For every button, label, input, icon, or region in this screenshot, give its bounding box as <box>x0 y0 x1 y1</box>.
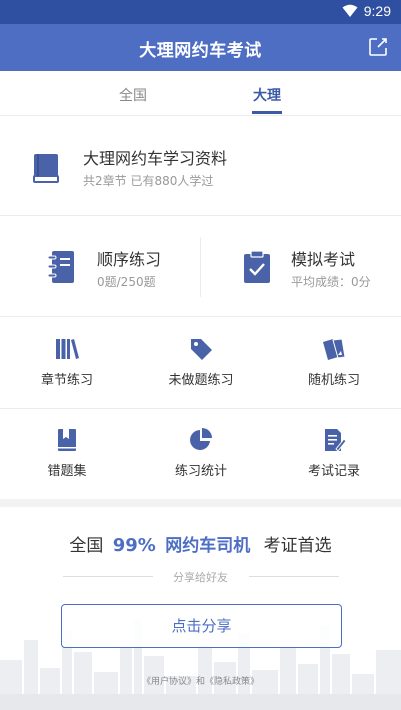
share-section: 全国 99% 网约车司机 考证首选 分享给好友 点击分享 《用户协议》和《隐私政… <box>0 507 401 710</box>
chapter-practice-label: 章节练习 <box>40 373 93 388</box>
books-icon <box>56 339 79 359</box>
tab-indicator <box>252 111 282 114</box>
tag-icon <box>191 339 212 360</box>
clipboard-check-icon <box>244 250 270 283</box>
book-icon <box>33 154 59 183</box>
feature-grid-row-1: 章节练习 未做题练习 随机练习 <box>0 318 401 409</box>
feature-grid-row-2: 错题集 练习统计 考试记录 <box>0 409 401 500</box>
tab-national[interactable]: 全国 <box>119 85 147 105</box>
random-practice-label: 随机练习 <box>307 373 360 388</box>
practice-row: 顺序练习 0题/250题 模拟考试 平均成绩：0分 <box>0 217 401 317</box>
share-hint: 分享给好友 <box>173 571 228 584</box>
tab-dali[interactable]: 大理 <box>253 85 281 105</box>
slogan-percent: 99% <box>112 535 156 556</box>
region-tabs: 全国 大理 <box>0 71 401 116</box>
practice-stats-label: 练习统计 <box>174 464 227 479</box>
material-title: 大理网约车学习资料 <box>83 149 228 168</box>
share-icon[interactable] <box>367 36 389 58</box>
legal-links[interactable]: 《用户协议》和《隐私政策》 <box>0 674 401 687</box>
status-bar: 9:29 <box>0 0 401 24</box>
pie-chart-icon <box>190 428 212 450</box>
practice-stats-button[interactable]: 练习统计 <box>134 409 268 500</box>
exam-records-button[interactable]: 考试记录 <box>267 409 401 500</box>
page-title: 大理网约车考试 <box>139 41 262 61</box>
random-practice-button[interactable]: 随机练习 <box>267 318 401 409</box>
undone-practice-label: 未做题练习 <box>168 373 234 388</box>
cards-icon <box>323 338 346 360</box>
study-material-card[interactable]: 大理网约车学习资料 共2章节 已有880人学过 <box>0 116 401 216</box>
sequential-practice-progress: 0题/250题 <box>97 275 156 289</box>
material-subtitle: 共2章节 已有880人学过 <box>83 174 214 188</box>
sequential-practice-button[interactable]: 顺序练习 0题/250题 <box>0 217 200 317</box>
share-button[interactable]: 点击分享 <box>61 604 342 648</box>
promo-slogan: 全国 99% 网约车司机 考证首选 <box>0 531 401 556</box>
app-bar: 大理网约车考试 <box>0 24 401 71</box>
exam-records-label: 考试记录 <box>307 464 360 479</box>
document-edit-icon <box>325 429 347 452</box>
slogan-highlight: 网约车司机 <box>165 536 251 556</box>
bookmark-book-icon <box>58 429 76 451</box>
divider-right <box>249 576 339 577</box>
wifi-icon <box>342 4 358 17</box>
wrong-questions-button[interactable]: 错题集 <box>0 409 134 500</box>
slogan-suffix: 考证首选 <box>263 536 332 556</box>
status-bar-right: 9:29 <box>342 3 391 19</box>
notebook-icon <box>47 251 74 283</box>
mock-exam-title: 模拟考试 <box>291 250 356 269</box>
mock-exam-button[interactable]: 模拟考试 平均成绩：0分 <box>201 217 401 317</box>
undone-practice-button[interactable]: 未做题练习 <box>134 318 268 409</box>
status-time: 9:29 <box>363 3 391 19</box>
wrong-questions-label: 错题集 <box>47 464 87 479</box>
section-gap <box>0 499 401 507</box>
slogan-prefix: 全国 <box>69 536 104 556</box>
mock-exam-average-score: 平均成绩：0分 <box>291 275 371 289</box>
sequential-practice-title: 顺序练习 <box>97 250 162 269</box>
chapter-practice-button[interactable]: 章节练习 <box>0 318 134 409</box>
